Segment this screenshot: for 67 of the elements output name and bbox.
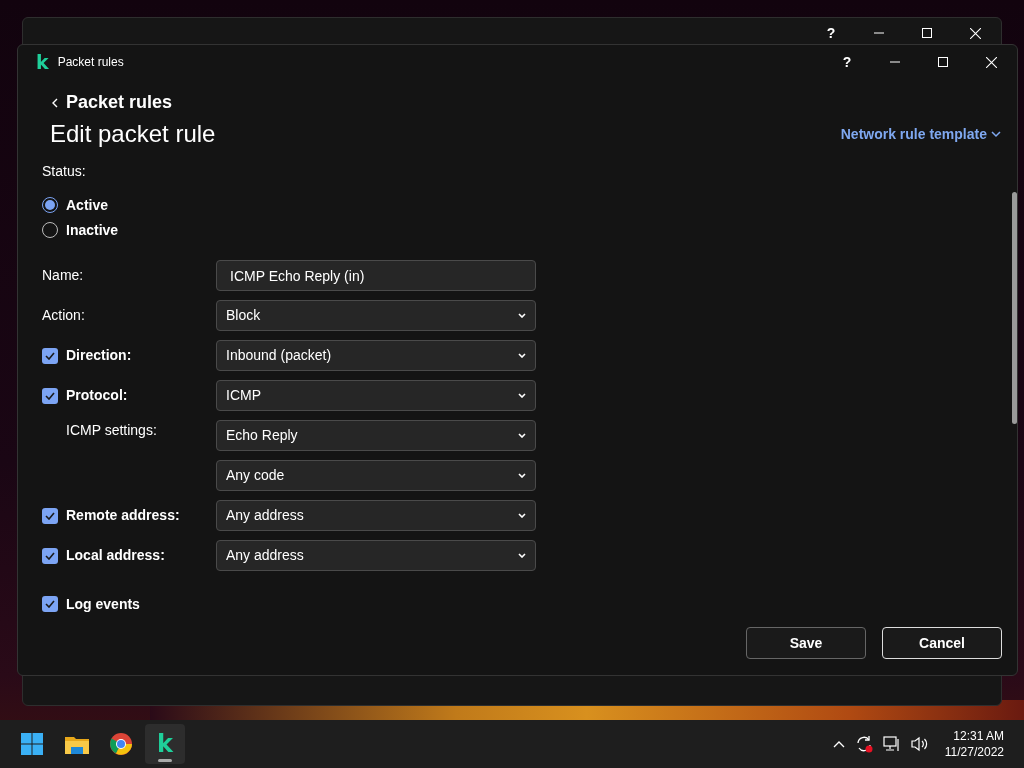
- radio-label: Active: [66, 195, 109, 215]
- checkbox[interactable]: [42, 387, 58, 404]
- maximize-icon: [922, 28, 932, 38]
- taskbar-app-button[interactable]: k: [145, 724, 185, 764]
- dropdown[interactable]: Any address: [216, 500, 536, 532]
- browser-icon: [110, 733, 132, 755]
- chevron-down-icon: [518, 353, 526, 359]
- chevron-down-icon: [518, 513, 526, 519]
- chevron-down-icon: [518, 393, 526, 399]
- time-text: 12:31 AM: [952, 727, 1004, 744]
- field-label: ICMP settings:: [66, 420, 157, 440]
- dropdown[interactable]: Inbound (packet): [216, 340, 536, 372]
- save-button[interactable]: Save: [746, 627, 866, 659]
- dropdown[interactable]: ICMP: [216, 380, 536, 412]
- check-icon: [45, 391, 55, 400]
- dropdown[interactable]: Block: [216, 300, 536, 332]
- field-label: Action:: [42, 306, 85, 326]
- cancel-button[interactable]: Cancel: [882, 627, 1002, 659]
- check-icon: [45, 600, 55, 609]
- app-logo: k: [157, 732, 173, 756]
- status-label: Status:: [42, 161, 87, 181]
- radio-label: Inactive: [66, 220, 119, 240]
- checkbox[interactable]: [42, 347, 58, 364]
- checkbox[interactable]: [42, 547, 58, 564]
- dropdown[interactable]: Echo Reply: [216, 420, 536, 452]
- active-indicator: [158, 759, 172, 762]
- folder-icon: [65, 734, 89, 754]
- help-button[interactable]: ?: [823, 47, 871, 77]
- chevron-down-icon: [518, 553, 526, 559]
- field-label: Local address:: [66, 546, 165, 566]
- text-field[interactable]: ICMP Echo Reply (in): [216, 260, 536, 292]
- dropdown[interactable]: Any code: [216, 460, 536, 492]
- chevron-down-icon: [518, 433, 526, 439]
- volume-icon[interactable]: [910, 736, 929, 752]
- app-logo: k: [36, 52, 49, 72]
- back-icon: [52, 97, 58, 108]
- help-button[interactable]: ?: [807, 18, 855, 48]
- check-icon: [45, 351, 55, 360]
- chevron-down-icon: [518, 313, 526, 319]
- page-heading: Edit packet rule: [50, 120, 216, 149]
- check-icon: [45, 551, 55, 560]
- network-icon[interactable]: [882, 736, 901, 752]
- radio-option[interactable]: Inactive: [42, 220, 1001, 240]
- chevron-up-icon[interactable]: [832, 740, 845, 748]
- field-label: Direction:: [66, 346, 132, 366]
- check-icon: [45, 511, 55, 520]
- checkbox[interactable]: [42, 596, 58, 613]
- date-text: 11/27/2022: [944, 744, 1004, 761]
- clock[interactable]: 12:31 AM 11/27/2022: [944, 727, 1004, 761]
- dropdown[interactable]: Any address: [216, 540, 536, 572]
- maximize-icon: [938, 57, 948, 67]
- chevron-down-icon: [991, 130, 1001, 138]
- close-icon: [985, 56, 997, 68]
- chevron-down-icon: [518, 473, 526, 479]
- checkbox[interactable]: [42, 507, 58, 524]
- checkbox-label: Log events: [66, 594, 140, 614]
- template-dropdown[interactable]: Network rule template: [840, 123, 1001, 145]
- close-icon: [969, 27, 981, 39]
- field-label: Name:: [42, 266, 84, 286]
- windows-icon: [21, 733, 43, 755]
- back-link[interactable]: Packet rules: [52, 89, 1001, 116]
- log-events-checkbox[interactable]: Log events: [42, 593, 1001, 615]
- sync-icon[interactable]: [854, 735, 873, 753]
- radio-option[interactable]: Active: [42, 195, 1001, 215]
- field-label: Protocol:: [66, 386, 128, 406]
- window-title: Packet rules: [57, 54, 124, 71]
- field-label: Remote address:: [66, 506, 180, 526]
